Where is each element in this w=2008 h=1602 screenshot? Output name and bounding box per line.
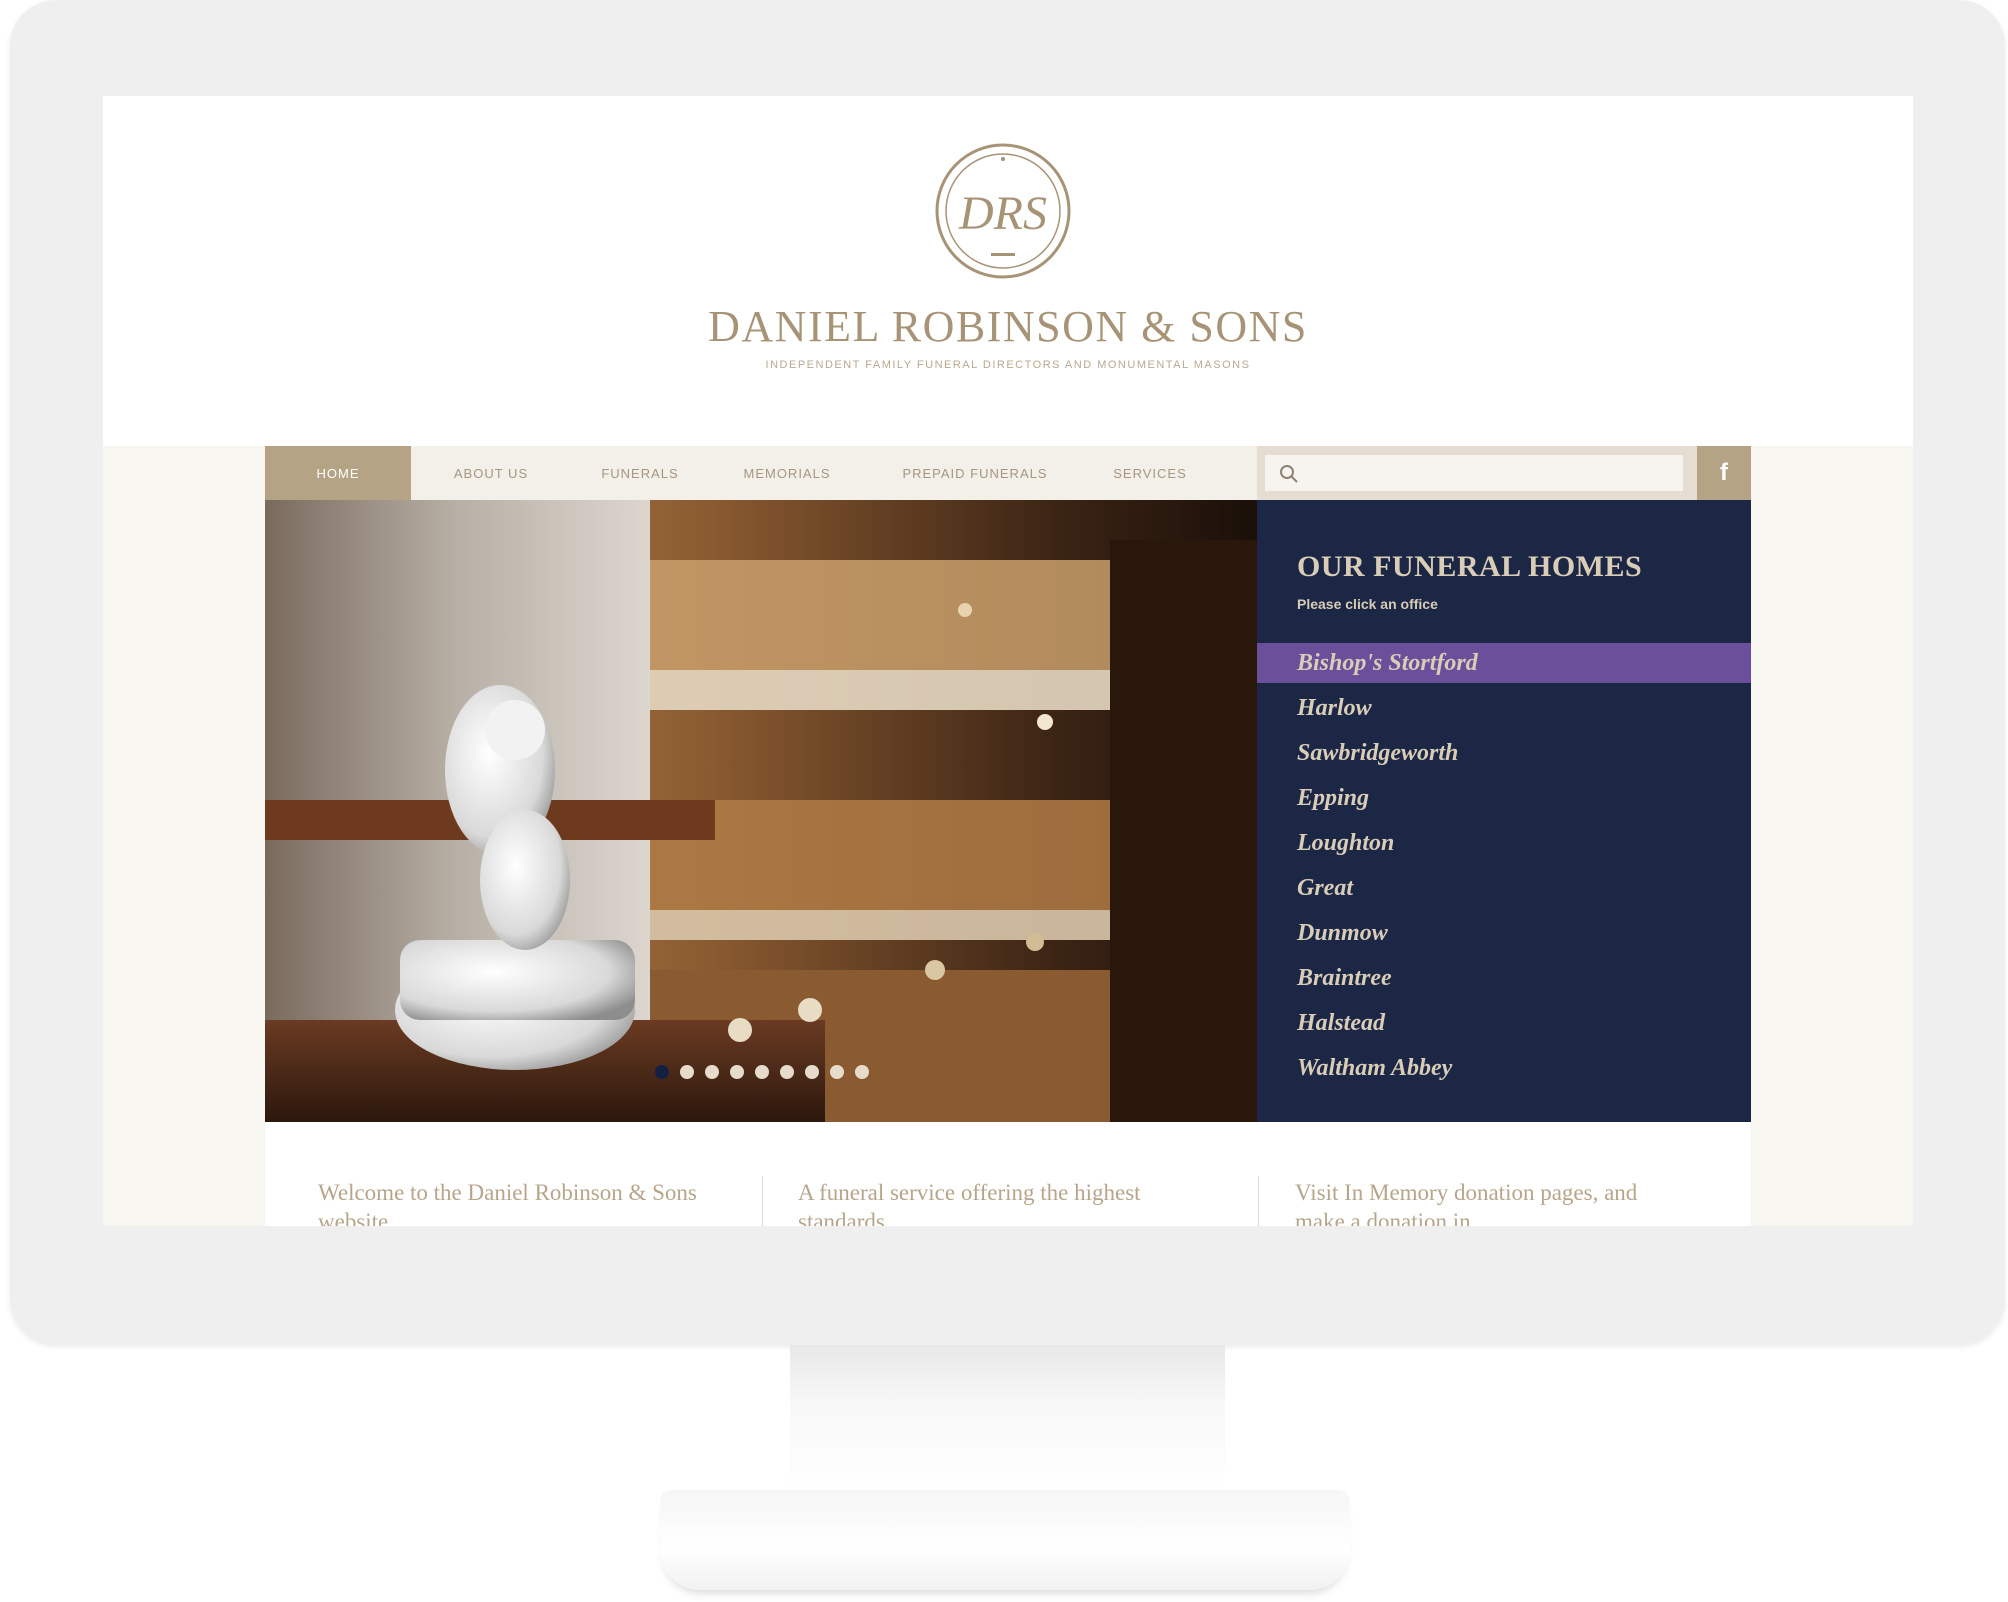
site-header: DRS DANIEL ROBINSON & SONS INDEPENDENT F… bbox=[103, 96, 1913, 446]
slide-dot[interactable] bbox=[680, 1065, 694, 1079]
search-input[interactable] bbox=[1307, 458, 1681, 490]
funeral-homes-title: OUR FUNERAL HOMES bbox=[1297, 550, 1643, 583]
home-item-sawbridgeworth[interactable]: Sawbridgeworth bbox=[1257, 733, 1751, 778]
facebook-icon[interactable]: f bbox=[1697, 446, 1751, 500]
home-item-great[interactable]: Great bbox=[1257, 868, 1751, 913]
intro-divider bbox=[1258, 1176, 1259, 1226]
intro-service-text[interactable]: A funeral service offering the highest s… bbox=[798, 1178, 1178, 1226]
home-item-braintree[interactable]: Braintree bbox=[1257, 958, 1751, 1003]
slide-dot[interactable] bbox=[730, 1065, 744, 1079]
nav-item-funerals[interactable]: FUNERALS bbox=[571, 446, 709, 500]
main-nav: HOME ABOUT US FUNERALS MEMORIALS PREPAID… bbox=[265, 446, 1257, 500]
funeral-homes-subtitle: Please click an office bbox=[1297, 596, 1438, 612]
hero-slideshow bbox=[265, 500, 1257, 1122]
intro-divider bbox=[762, 1176, 763, 1226]
intro-welcome-text[interactable]: Welcome to the Daniel Robinson & Sons we… bbox=[318, 1178, 698, 1226]
funeral-homes-list: Bishop's Stortford Harlow Sawbridgeworth… bbox=[1257, 643, 1751, 1093]
slide-dot[interactable] bbox=[830, 1065, 844, 1079]
logo-seal-icon[interactable]: DRS bbox=[933, 141, 1073, 281]
nav-item-prepaid-funerals[interactable]: PREPAID FUNERALS bbox=[865, 446, 1085, 500]
monitor-stand-neck bbox=[790, 1345, 1225, 1495]
home-item-loughton[interactable]: Loughton bbox=[1257, 823, 1751, 868]
home-item-bishops-stortford[interactable]: Bishop's Stortford bbox=[1257, 643, 1751, 683]
search-bar bbox=[1257, 446, 1697, 500]
nav-item-home[interactable]: HOME bbox=[265, 446, 411, 500]
slide-dot[interactable] bbox=[705, 1065, 719, 1079]
site-title: DANIEL ROBINSON & SONS bbox=[708, 302, 1308, 351]
home-item-dunmow[interactable]: Dunmow bbox=[1257, 913, 1751, 958]
nav-item-about-us[interactable]: ABOUT US bbox=[411, 446, 571, 500]
intro-memory-text[interactable]: Visit In Memory donation pages, and make… bbox=[1295, 1178, 1675, 1226]
slide-dot[interactable] bbox=[655, 1065, 669, 1079]
home-item-harlow[interactable]: Harlow bbox=[1257, 688, 1751, 733]
hero-image bbox=[265, 500, 1257, 1122]
home-item-epping[interactable]: Epping bbox=[1257, 778, 1751, 823]
website-screen: DRS DANIEL ROBINSON & SONS INDEPENDENT F… bbox=[103, 96, 1913, 1226]
home-item-halstead[interactable]: Halstead bbox=[1257, 1003, 1751, 1048]
slide-dot[interactable] bbox=[780, 1065, 794, 1079]
site-tagline: INDEPENDENT FAMILY FUNERAL DIRECTORS AND… bbox=[765, 359, 1251, 371]
monitor-stand-base bbox=[660, 1490, 1350, 1590]
slide-dot[interactable] bbox=[805, 1065, 819, 1079]
intro-strip: Welcome to the Daniel Robinson & Sons we… bbox=[265, 1122, 1751, 1226]
slide-dot[interactable] bbox=[855, 1065, 869, 1079]
slide-dot[interactable] bbox=[755, 1065, 769, 1079]
home-item-waltham-abbey[interactable]: Waltham Abbey bbox=[1257, 1048, 1751, 1093]
slide-indicators bbox=[655, 1065, 869, 1079]
search-icon[interactable] bbox=[1279, 464, 1299, 484]
logo-monogram: DRS bbox=[958, 187, 1047, 240]
nav-item-memorials[interactable]: MEMORIALS bbox=[709, 446, 865, 500]
funeral-homes-panel: OUR FUNERAL HOMES Please click an office… bbox=[1257, 500, 1751, 1122]
nav-item-services[interactable]: SERVICES bbox=[1085, 446, 1215, 500]
